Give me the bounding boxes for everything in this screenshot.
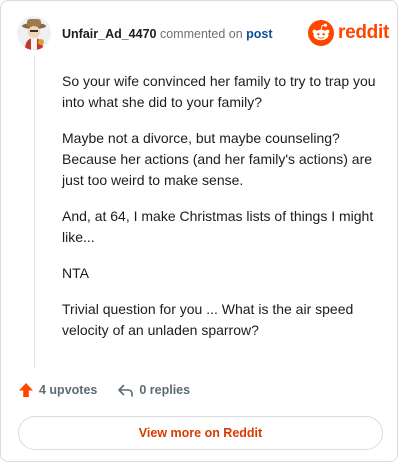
embedded-comment-card: Unfair_Ad_4470 commented on post reddit … [0,0,398,462]
upvote-button[interactable]: 4 upvotes [18,382,97,398]
comment-header: Unfair_Ad_4470 commented on post [62,27,273,41]
comment-paragraph: NTA [62,265,89,281]
avatar[interactable] [17,16,51,50]
comment-actions: 4 upvotes 0 replies [18,382,190,398]
reddit-logo[interactable]: reddit [308,20,389,46]
thread-line[interactable] [34,56,35,368]
reddit-wordmark: reddit [338,22,389,43]
avatar-image [17,16,51,50]
upvote-arrow-icon [19,383,33,397]
reddit-snoo-icon [308,20,334,46]
upvote-count: 4 upvotes [39,383,98,397]
comment-paragraph: Trivial question for you ... What is the… [62,301,354,338]
comment-body: So your wife convinced her family to try… [62,71,377,356]
comment-paragraph: So your wife convinced her family to try… [62,73,376,110]
reply-button[interactable]: 0 replies [117,382,190,398]
reply-count: 0 replies [139,383,191,397]
username[interactable]: Unfair_Ad_4470 [62,27,157,41]
post-link[interactable]: post [246,27,272,41]
comment-paragraph: Maybe not a divorce, but maybe counselin… [62,130,373,188]
commented-on-label: commented on [159,27,243,41]
reply-arrow-icon [118,384,134,397]
view-more-button[interactable]: View more on Reddit [18,416,383,450]
comment-paragraph: And, at 64, I make Christmas lists of th… [62,208,374,245]
